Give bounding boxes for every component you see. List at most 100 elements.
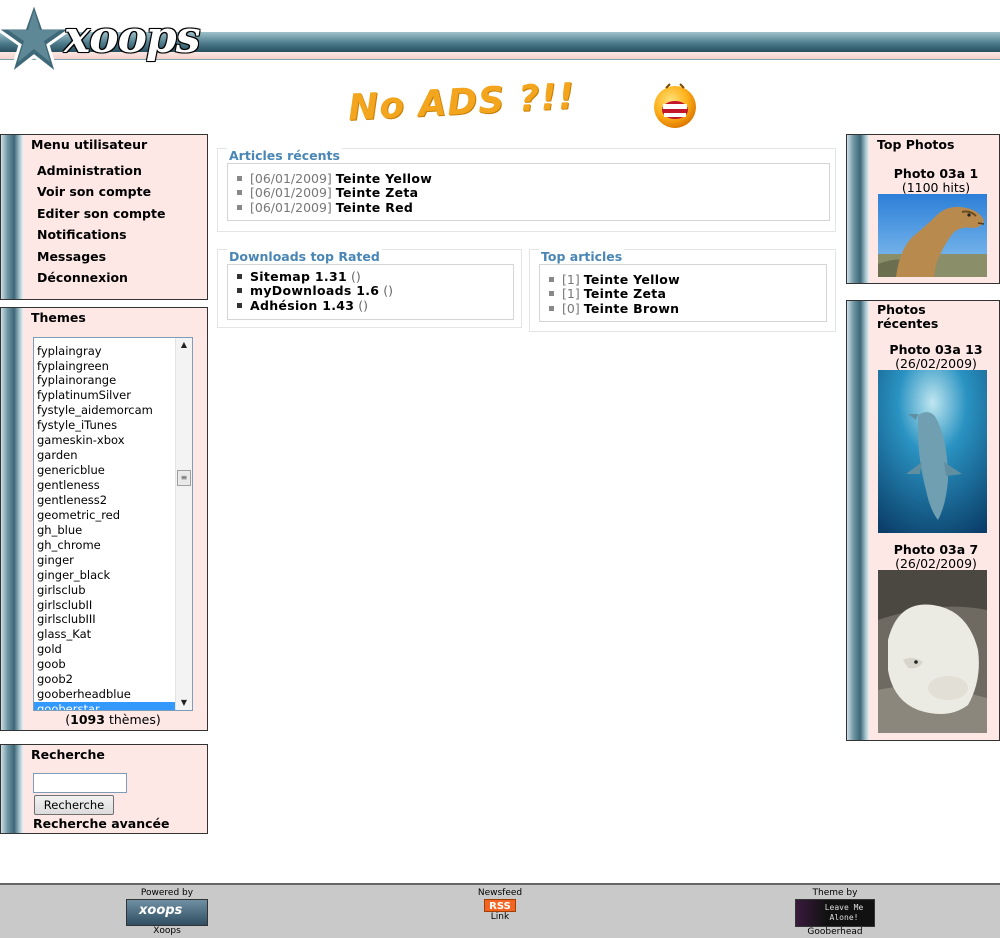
bullet-icon (237, 288, 242, 294)
theme-option[interactable]: gooberheadblue (34, 687, 175, 702)
polar-bear-image (878, 570, 987, 733)
bullet-icon (237, 176, 242, 181)
rss-badge[interactable]: RSS (484, 899, 516, 912)
theme-option[interactable]: goob (34, 657, 175, 672)
article-date: [06/01/2009] (250, 199, 332, 215)
theme-option[interactable]: ginger (34, 553, 175, 568)
banner-text: No ADS ?!! (347, 76, 577, 129)
list-item: [06/01/2009] Teinte Yellow (237, 172, 432, 186)
powered-by-section: Powered by xoops Xoops (125, 888, 209, 937)
top-photos-block: Top Photos Photo 03a 1 (1100 hits) (846, 134, 1000, 284)
dolphin-photo[interactable] (878, 370, 987, 533)
top-articles-box: Top articles [1] Teinte Yellow [1] Teint… (529, 249, 836, 332)
theme-option[interactable]: fyplaingreen (34, 359, 175, 374)
top-photos-title: Top Photos (877, 137, 955, 152)
article-link[interactable]: Teinte Red (336, 200, 413, 215)
theme-option[interactable]: glass_Kat (34, 627, 175, 642)
downloads-top-box: Downloads top Rated Sitemap 1.31 () myDo… (217, 249, 522, 328)
user-menu-list: Administration Voir son compte Editer so… (37, 163, 165, 291)
theme-list-scrollbar[interactable]: ▲ ≡ ▼ (175, 338, 192, 710)
theme-option[interactable]: geometric_red (34, 508, 175, 523)
theme-count: (1093 thèmes) (65, 712, 161, 727)
theme-option[interactable]: genericblue (34, 463, 175, 478)
bullet-icon (549, 291, 554, 297)
theme-option[interactable]: gold (34, 642, 175, 657)
menu-item-messages[interactable]: Messages (37, 249, 106, 264)
download-extra: () (358, 297, 369, 313)
bullet-icon (237, 274, 242, 279)
dolphin-image (878, 370, 987, 533)
downloads-top-inner: Sitemap 1.31 () myDownloads 1.6 () Adhés… (227, 264, 514, 320)
theme-option[interactable]: fystyle_aidemorcam (34, 403, 175, 418)
article-link[interactable]: Teinte Zeta (336, 185, 419, 200)
theme-by-section: Theme by Leave Me Alone! Gooberhead (793, 888, 877, 938)
newsfeed-label: Newsfeed (477, 888, 523, 898)
menu-item-administration[interactable]: Administration (37, 163, 142, 178)
scroll-down-icon[interactable]: ▼ (176, 696, 192, 710)
download-extra: () (350, 269, 361, 284)
search-block: Recherche Recherche Recherche avancée (0, 744, 208, 834)
recent-articles-inner: [06/01/2009] Teinte Yellow [06/01/2009] … (227, 163, 830, 221)
recent-articles-title: Articles récents (227, 148, 342, 163)
scroll-thumb[interactable]: ≡ (177, 470, 191, 486)
themes-title: Themes (31, 310, 86, 325)
newsfeed-section: Newsfeed RSS Link (470, 888, 530, 923)
photo-date: (26/02/2009) (895, 556, 977, 571)
theme-option[interactable]: gameskin-xbox (34, 433, 175, 448)
article-link[interactable]: Teinte Zeta (584, 286, 667, 301)
menu-item-notifications[interactable]: Notifications (37, 227, 127, 242)
download-link[interactable]: Sitemap 1.31 (250, 269, 347, 284)
photo-title[interactable]: Photo 03a 13 (871, 342, 1000, 357)
list-item: [1] Teinte Zeta (549, 287, 680, 301)
newsfeed-link-label: Link (490, 912, 510, 922)
list-item: Sitemap 1.31 () (237, 270, 393, 284)
menu-item-logout[interactable]: Déconnexion (37, 270, 128, 285)
user-menu-block: Menu utilisateur Administration Voir son… (0, 134, 208, 300)
recent-articles-box: Articles récents [06/01/2009] Teinte Yel… (217, 148, 836, 232)
photo-title[interactable]: Photo 03a 7 (871, 542, 1000, 557)
article-link[interactable]: Teinte Yellow (336, 171, 432, 186)
polar-bear-photo[interactable] (878, 570, 987, 733)
search-button[interactable]: Recherche (34, 795, 114, 815)
theme-option[interactable]: gentleness (34, 478, 175, 493)
theme-option[interactable]: gooberstar (34, 702, 175, 710)
theme-option[interactable]: girlsclubII (34, 598, 175, 613)
menu-item-edit-account[interactable]: Editer son compte (37, 206, 165, 221)
gooberhead-badge[interactable]: Leave Me Alone! (795, 899, 875, 927)
theme-option[interactable]: ginger_black (34, 568, 175, 583)
download-link[interactable]: myDownloads 1.6 (250, 283, 379, 298)
theme-option[interactable]: gentleness2 (34, 493, 175, 508)
download-link[interactable]: Adhésion 1.43 (250, 298, 354, 313)
article-count: [1] (562, 286, 580, 302)
advanced-search-link[interactable]: Recherche avancée (33, 816, 169, 831)
rss-badge-text: RSS (489, 901, 511, 912)
search-input[interactable] (33, 773, 127, 793)
theme-option[interactable]: gh_blue (34, 523, 175, 538)
theme-option[interactable]: fystyle_iTunes (34, 418, 175, 433)
camel-photo[interactable] (878, 194, 987, 277)
theme-option[interactable]: garden (34, 448, 175, 463)
list-item: [06/01/2009] Teinte Zeta (237, 186, 432, 200)
article-link[interactable]: Teinte Brown (584, 301, 680, 316)
theme-option[interactable]: girlsclubIII (34, 612, 175, 627)
theme-option[interactable]: goob2 (34, 672, 175, 687)
list-item: myDownloads 1.6 () (237, 284, 393, 298)
theme-option[interactable]: gh_chrome (34, 538, 175, 553)
block-stripe (1, 745, 23, 833)
menu-item-view-account[interactable]: Voir son compte (37, 184, 151, 199)
photo-title[interactable]: Photo 03a 1 (871, 166, 1000, 181)
camel-image (878, 194, 987, 277)
theme-option[interactable]: fyplaingray (34, 344, 175, 359)
scroll-up-icon[interactable]: ▲ (176, 338, 192, 352)
theme-count-label: thèmes (108, 712, 156, 727)
article-date: [06/01/2009] (250, 171, 332, 186)
xoops-logo[interactable]: xoops (0, 0, 210, 79)
theme-option[interactable]: fyplatinumSilver (34, 388, 175, 403)
recent-photos-block: Photos récentes Photo 03a 13 (26/02/2009… (846, 300, 1000, 741)
article-link[interactable]: Teinte Yellow (584, 272, 680, 287)
xoops-badge[interactable]: xoops (126, 899, 208, 926)
theme-option[interactable]: girlsclub (34, 583, 175, 598)
theme-select-list[interactable]: fyplaingray fyplaingreen fyplainorange fypl… (33, 337, 193, 711)
photo-date: (26/02/2009) (895, 356, 977, 371)
theme-option[interactable]: fyplainorange (34, 373, 175, 388)
